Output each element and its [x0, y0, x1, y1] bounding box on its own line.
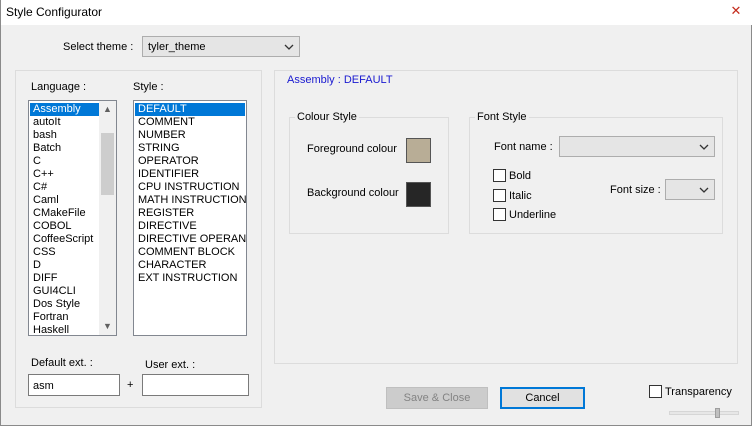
style-list-item[interactable]: CPU INSTRUCTION [135, 181, 245, 194]
style-list-item[interactable]: CHARACTER [135, 259, 245, 272]
language-list-item[interactable]: C [30, 155, 99, 168]
style-list-item[interactable]: MATH INSTRUCTION [135, 194, 246, 207]
default-ext-value: asm [33, 380, 54, 392]
font-name-select[interactable] [559, 136, 715, 157]
chevron-down-icon [699, 187, 709, 193]
scroll-thumb[interactable] [101, 133, 114, 195]
style-list-item[interactable]: EXT INSTRUCTION [135, 272, 245, 285]
bold-checkbox[interactable] [493, 169, 506, 182]
style-list-item[interactable]: COMMENT BLOCK [135, 246, 245, 259]
style-list-item[interactable]: COMMENT [135, 116, 245, 129]
background-colour-label: Background colour [307, 187, 399, 199]
language-list-item[interactable]: C++ [30, 168, 99, 181]
language-list-item[interactable]: CMakeFile [30, 207, 99, 220]
transparency-slider-thumb[interactable] [715, 408, 720, 418]
user-ext-field[interactable] [142, 374, 249, 396]
language-label: Language : [31, 81, 87, 93]
style-configurator-window: Style Configurator ✕ Select theme : tyle… [0, 0, 752, 426]
font-size-label: Font size : [610, 184, 661, 196]
font-name-label: Font name : [494, 141, 553, 153]
bold-label: Bold [509, 170, 532, 182]
close-icon[interactable]: ✕ [727, 3, 745, 20]
language-list-item[interactable]: Assembly [30, 103, 99, 116]
style-list-item[interactable]: DIRECTIVE [135, 220, 245, 233]
language-list-item[interactable]: D [30, 259, 99, 272]
transparency-slider-track[interactable] [669, 411, 739, 415]
default-ext-label: Default ext. : [31, 357, 93, 369]
italic-label: Italic [509, 190, 532, 202]
language-list-item[interactable]: DIFF [30, 272, 99, 285]
style-list-item[interactable]: DIRECTIVE OPERAND [135, 233, 246, 246]
style-list[interactable]: DEFAULT COMMENT NUMBER STRING OPERATOR IDENTI… [133, 100, 247, 336]
style-list-item[interactable]: DEFAULT [135, 103, 245, 116]
language-list-item[interactable]: CSS [30, 246, 99, 259]
title-bar: Style Configurator ✕ [1, 0, 752, 25]
user-ext-label: User ext. : [145, 359, 196, 371]
language-list-item[interactable]: Dos Style [30, 298, 99, 311]
cancel-button[interactable]: Cancel [500, 387, 585, 409]
underline-label: Underline [509, 209, 557, 221]
font-style-group [469, 117, 723, 234]
colour-style-group [289, 117, 449, 234]
default-ext-field[interactable]: asm [28, 374, 120, 396]
chevron-down-icon [284, 44, 294, 50]
colour-style-title: Colour Style [295, 111, 359, 123]
save-close-button[interactable]: Save & Close [386, 387, 488, 409]
background-colour-swatch[interactable] [406, 182, 431, 207]
style-list-item[interactable]: STRING [135, 142, 245, 155]
language-list-item[interactable]: C# [30, 181, 99, 194]
chevron-down-icon [699, 144, 709, 150]
style-list-item[interactable]: REGISTER [135, 207, 245, 220]
language-list-item[interactable]: Fortran [30, 311, 99, 324]
scroll-up-icon[interactable]: ▲ [99, 101, 116, 118]
language-list-item[interactable]: CoffeeScript [30, 233, 99, 246]
language-list[interactable]: Assembly autoIt bash Batch C C++ C# Caml CMakeFi… [28, 100, 117, 336]
transparency-checkbox[interactable] [649, 385, 662, 398]
language-list-item[interactable]: Haskell [30, 324, 99, 335]
style-list-item[interactable]: IDENTIFIER [135, 168, 245, 181]
font-size-select[interactable] [665, 179, 715, 200]
language-list-item[interactable]: autoIt [30, 116, 99, 129]
language-list-item[interactable]: bash [30, 129, 99, 142]
theme-select[interactable]: tyler_theme [142, 36, 300, 57]
style-list-item[interactable]: OPERATOR [135, 155, 245, 168]
font-style-title: Font Style [475, 111, 529, 123]
theme-select-value: tyler_theme [148, 41, 206, 53]
foreground-colour-label: Foreground colour [307, 143, 397, 155]
language-list-item[interactable]: Batch [30, 142, 99, 155]
foreground-colour-swatch[interactable] [406, 138, 431, 163]
window-title: Style Configurator [6, 5, 103, 19]
italic-checkbox[interactable] [493, 189, 506, 202]
language-list-item[interactable]: COBOL [30, 220, 99, 233]
underline-checkbox[interactable] [493, 208, 506, 221]
transparency-label: Transparency [665, 386, 732, 398]
style-list-item[interactable]: NUMBER [135, 129, 245, 142]
language-list-item[interactable]: Caml [30, 194, 99, 207]
detail-title: Assembly : DEFAULT [287, 74, 393, 86]
language-scrollbar[interactable]: ▲ ▼ [99, 101, 116, 335]
style-label: Style : [133, 81, 164, 93]
language-list-item[interactable]: GUI4CLI [30, 285, 99, 298]
scroll-down-icon[interactable]: ▼ [99, 318, 116, 335]
plus-sign: + [127, 379, 134, 391]
select-theme-label: Select theme : [63, 41, 134, 53]
